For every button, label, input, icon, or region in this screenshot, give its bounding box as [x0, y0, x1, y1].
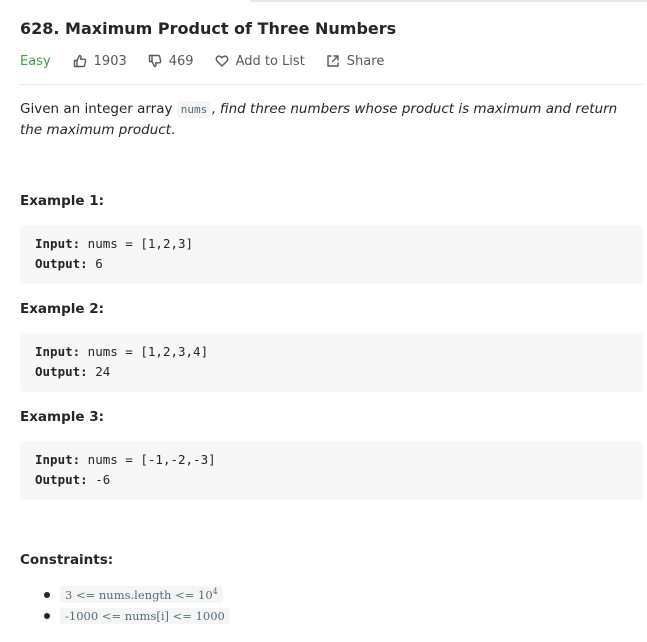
meta-divider: [20, 84, 643, 85]
example-3-block: Input: nums = [-1,-2,-3] Output: -6: [20, 441, 643, 500]
example-3-input: nums = [-1,-2,-3]: [80, 452, 216, 467]
example-3-heading: Example 3:: [20, 409, 105, 425]
example-2-output: 24: [87, 364, 111, 379]
constraint-code: 3 <= nums.length <= 104: [60, 586, 223, 603]
thumbs-down-icon: [148, 54, 162, 68]
example-3-output: -6: [87, 472, 111, 487]
difficulty-badge: Easy: [20, 53, 51, 69]
example-1-input: nums = [1,2,3]: [80, 236, 194, 251]
problem-title: 628. Maximum Product of Three Numbers: [20, 19, 397, 38]
thumbs-up-icon: [73, 54, 86, 68]
share-icon: [327, 55, 339, 67]
top-divider: [250, 0, 647, 2]
constraint-1-text: 3 <= nums.length <= 10: [65, 587, 213, 602]
example-1-output-label: Output:: [35, 256, 88, 271]
example-2-heading: Example 2:: [20, 301, 105, 317]
example-2-input-label: Input:: [35, 344, 81, 359]
dislike-button[interactable]: 469: [148, 54, 194, 69]
example-1-block: Input: nums = [1,2,3] Output: 6: [20, 225, 643, 284]
add-to-list-label: Add to List: [235, 53, 305, 69]
constraint-code: -1000 <= nums[i] <= 1000: [60, 607, 230, 624]
problem-page: 628. Maximum Product of Three Numbers Ea…: [0, 0, 647, 642]
heart-icon: [215, 55, 228, 67]
constraint-item: -1000 <= nums[i] <= 1000: [20, 605, 230, 626]
problem-meta-bar: Easy 1903 469 Add to List Share: [20, 52, 405, 70]
share-label: Share: [346, 53, 385, 69]
constraints-list: 3 <= nums.length <= 104 -1000 <= nums[i]…: [20, 584, 230, 626]
problem-description: Given an integer array nums, find three …: [20, 99, 643, 141]
description-suffix: .: [170, 122, 176, 138]
description-prefix: Given an integer array: [20, 101, 177, 117]
example-2-block: Input: nums = [1,2,3,4] Output: 24: [20, 333, 643, 392]
share-button[interactable]: Share: [326, 53, 385, 69]
like-count: 1903: [93, 53, 127, 69]
example-1-output: 6: [87, 256, 103, 271]
example-1-heading: Example 1:: [20, 193, 105, 209]
description-inline-code: nums: [176, 101, 212, 118]
example-3-output-label: Output:: [35, 472, 88, 487]
example-3-input-label: Input:: [35, 452, 81, 467]
dislike-count: 469: [168, 53, 194, 69]
like-button[interactable]: 1903: [73, 54, 127, 69]
description-sep: ,: [211, 101, 220, 117]
constraints-heading: Constraints:: [20, 552, 114, 568]
add-to-list-button[interactable]: Add to List: [215, 54, 305, 69]
example-1-input-label: Input:: [35, 236, 81, 251]
constraint-2-text: -1000 <= nums[i] <= 1000: [65, 608, 225, 623]
example-2-input: nums = [1,2,3,4]: [80, 344, 209, 359]
constraint-1-exponent: 4: [212, 587, 218, 597]
constraint-item: 3 <= nums.length <= 104: [20, 584, 230, 605]
example-2-output-label: Output:: [35, 364, 88, 379]
